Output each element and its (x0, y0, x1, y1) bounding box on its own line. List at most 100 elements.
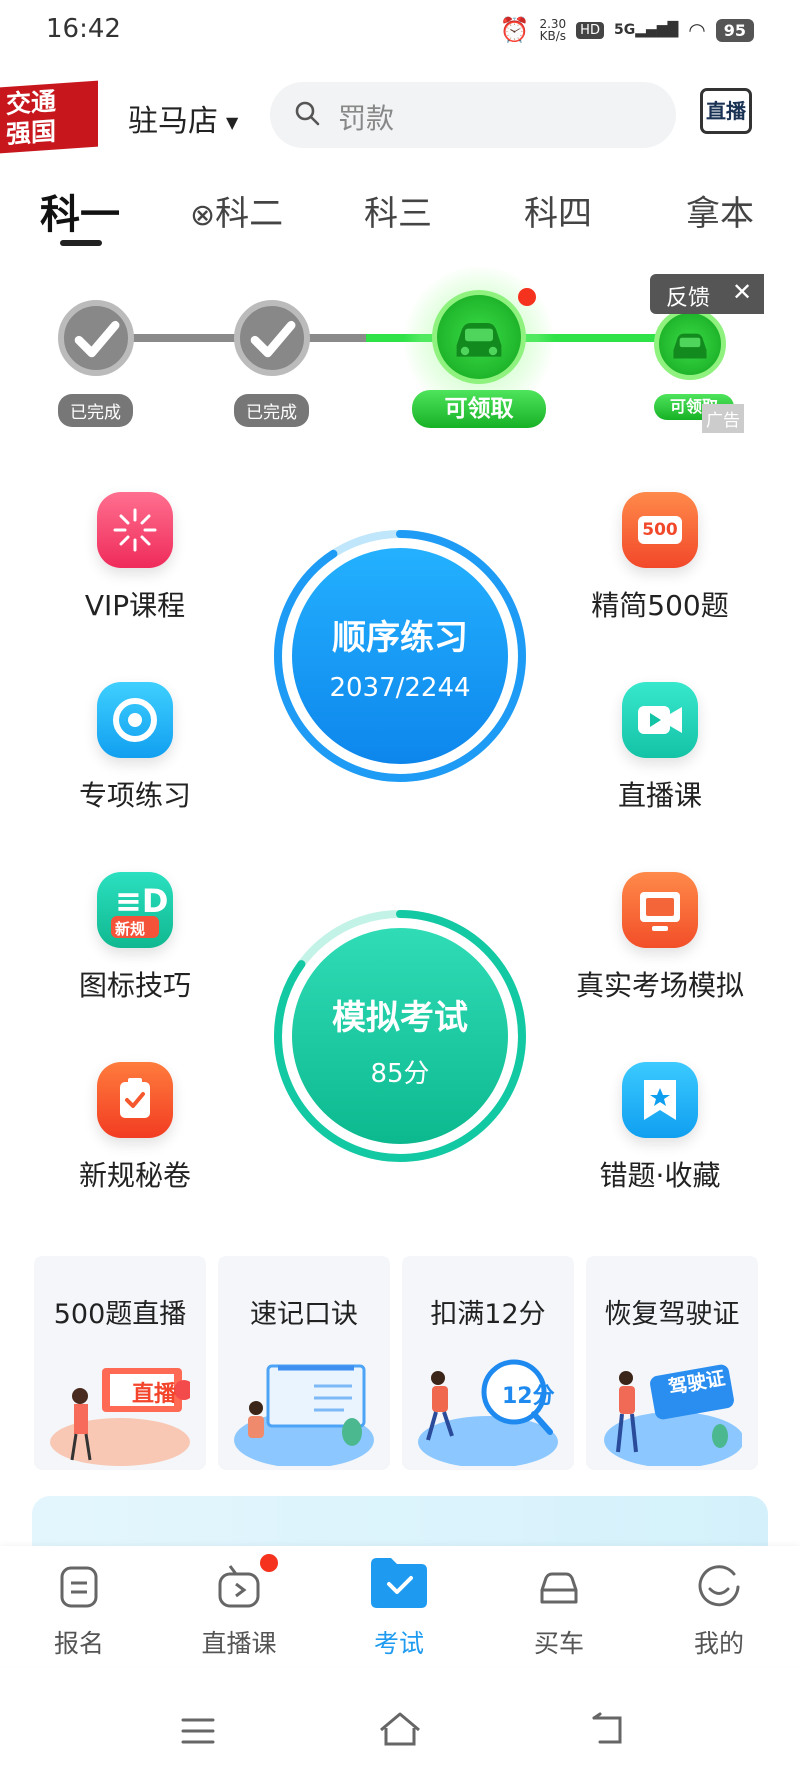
points-badge-text: 12分 (502, 1384, 555, 1409)
subject-tabs: 科一 ⊗科二 科三 科四 拿本 (0, 180, 800, 250)
bookmark-star-icon (622, 1062, 698, 1138)
signal-icon: 5G▂▄▆█ (613, 22, 679, 38)
card-12-points[interactable]: 扣满12分 12分 (402, 1256, 574, 1470)
progress-node-done (234, 300, 310, 376)
ad-label: 广告 (702, 404, 744, 433)
check-icon (250, 320, 296, 358)
card-title: 恢复驾驶证 (604, 1299, 740, 1330)
grid-item-label: 精简500题 (591, 589, 729, 622)
grid-item-label: 图标技巧 (78, 969, 191, 1002)
search-placeholder: 罚款 (338, 102, 395, 135)
tv-icon (218, 1565, 260, 1608)
nav-label: 买车 (533, 1629, 584, 1658)
grid-item-vip[interactable]: VIP课程 (25, 492, 245, 624)
card-title: 速记口诀 (250, 1299, 358, 1330)
app-logo[interactable]: 交通 强国 (0, 80, 98, 154)
grid-item-500[interactable]: 500 精简500题 (550, 492, 770, 624)
500-badge: 500 (638, 516, 682, 544)
grid-item-special-practice[interactable]: 专项练习 (25, 682, 245, 814)
wifi-icon: ◠ (688, 18, 706, 42)
grid-item-label: 专项练习 (78, 779, 191, 812)
check-icon (74, 320, 120, 358)
mock-exam-button[interactable]: 模拟考试 85分 (272, 908, 528, 1164)
card-title: 扣满12分 (430, 1299, 546, 1330)
tab-subject-3[interactable]: 科三 (364, 186, 432, 235)
hd-icon: HD (576, 21, 604, 39)
nav-exam[interactable]: 考试 (344, 1546, 454, 1660)
home-icon[interactable] (378, 1710, 422, 1748)
net-speed: 2.30 KB/s (539, 17, 567, 43)
search-icon (295, 101, 320, 126)
notification-dot (260, 1554, 278, 1572)
grid-item-live-course[interactable]: 直播课 (550, 682, 770, 814)
card-restore-license[interactable]: 恢复驾驶证 驾驶证 (586, 1256, 758, 1470)
tab-subject-4[interactable]: 科四 (524, 186, 592, 235)
close-icon[interactable]: ✕ (732, 278, 752, 306)
grid-item-label: 真实考场模拟 (575, 969, 744, 1002)
battery-icon: 95 (715, 18, 754, 42)
live-illustration (50, 1368, 190, 1466)
red-dot (518, 288, 536, 306)
live-sign-text: 直播 (132, 1382, 177, 1407)
menu-icon[interactable] (180, 1716, 216, 1746)
card-mnemonics[interactable]: 速记口诀 (218, 1256, 390, 1470)
mock-exam-title: 模拟考试 (332, 998, 468, 1038)
status-time: 16:42 (46, 14, 121, 44)
signup-icon (60, 1566, 98, 1608)
video-icon (622, 682, 698, 758)
search-bar[interactable]: 罚款 (270, 82, 676, 148)
progress-label: 已完成 (234, 394, 309, 427)
mock-exam-score: 85分 (370, 1059, 430, 1089)
sign-icon: ≡D 新规 (97, 872, 173, 948)
nav-mine[interactable]: 我的 (664, 1546, 774, 1660)
monitor-icon (622, 872, 698, 948)
car-icon (456, 323, 502, 357)
progress-node-claim[interactable] (432, 290, 526, 384)
card-title: 500题直播 (53, 1299, 187, 1330)
tab-indicator (60, 240, 102, 246)
clipboard-icon (97, 1062, 173, 1138)
progress-node-claim[interactable] (654, 308, 726, 380)
bottom-nav: 报名 直播课 考试 买车 我的 (0, 1546, 800, 1666)
nav-label: 我的 (693, 1629, 744, 1658)
status-bar: 16:42 ⏰ 2.30 KB/s HD 5G▂▄▆█ ◠ 95 (0, 0, 800, 62)
mnemonics-illustration (234, 1364, 374, 1466)
grid-item-mistakes[interactable]: 错题·收藏 (550, 1062, 770, 1194)
folder-check-icon (371, 1558, 427, 1608)
steering-wheel-icon: ⊗ (190, 198, 216, 233)
tab-license[interactable]: 拿本 (686, 186, 754, 235)
city-selector[interactable]: 驻马店 ▼ (128, 96, 238, 140)
vip-icon (97, 492, 173, 568)
tab-subject-1[interactable]: 科一 (40, 182, 120, 240)
live-button[interactable]: 直播 (700, 88, 752, 134)
nav-signup[interactable]: 报名 (24, 1546, 134, 1660)
sequential-title: 顺序练习 (332, 618, 468, 658)
back-icon[interactable] (590, 1712, 626, 1746)
nav-label: 直播课 (201, 1629, 277, 1658)
progress-label: 已完成 (58, 394, 133, 427)
500-icon: 500 (622, 492, 698, 568)
grid-item-new-rules[interactable]: 新规秘卷 (25, 1062, 245, 1194)
card-500-live[interactable]: 500题直播 直播 (34, 1256, 206, 1470)
grid-item-sign-tips[interactable]: ≡D 新规 图标技巧 (25, 872, 245, 1004)
svg-text:≡D: ≡D (115, 882, 168, 920)
grid-item-real-exam[interactable]: 真实考场模拟 (550, 872, 770, 1004)
claim-button[interactable]: 可领取 (412, 390, 546, 428)
target-icon (97, 682, 173, 758)
progress-node-done (58, 300, 134, 376)
tab-subject-2[interactable]: ⊗科二 (190, 186, 283, 235)
grid-item-label: 新规秘卷 (78, 1159, 191, 1192)
grid-item-label: VIP课程 (84, 589, 186, 622)
nav-label: 考试 (373, 1629, 424, 1658)
new-rule-badge: 新规 (115, 920, 146, 938)
grid-item-label: 直播课 (617, 779, 702, 812)
feedback-button[interactable]: 反馈 ✕ (650, 274, 764, 314)
nav-label: 报名 (53, 1629, 104, 1658)
nav-live[interactable]: 直播课 (184, 1546, 294, 1660)
nav-buy-car[interactable]: 买车 (504, 1546, 614, 1660)
car-icon (540, 1572, 578, 1604)
points-illustration (418, 1359, 558, 1466)
sequential-progress: 2037/2244 (329, 673, 471, 703)
status-icons: ⏰ 2.30 KB/s HD 5G▂▄▆█ ◠ 95 (500, 16, 754, 44)
sequential-practice-button[interactable]: 顺序练习 2037/2244 (272, 528, 528, 784)
